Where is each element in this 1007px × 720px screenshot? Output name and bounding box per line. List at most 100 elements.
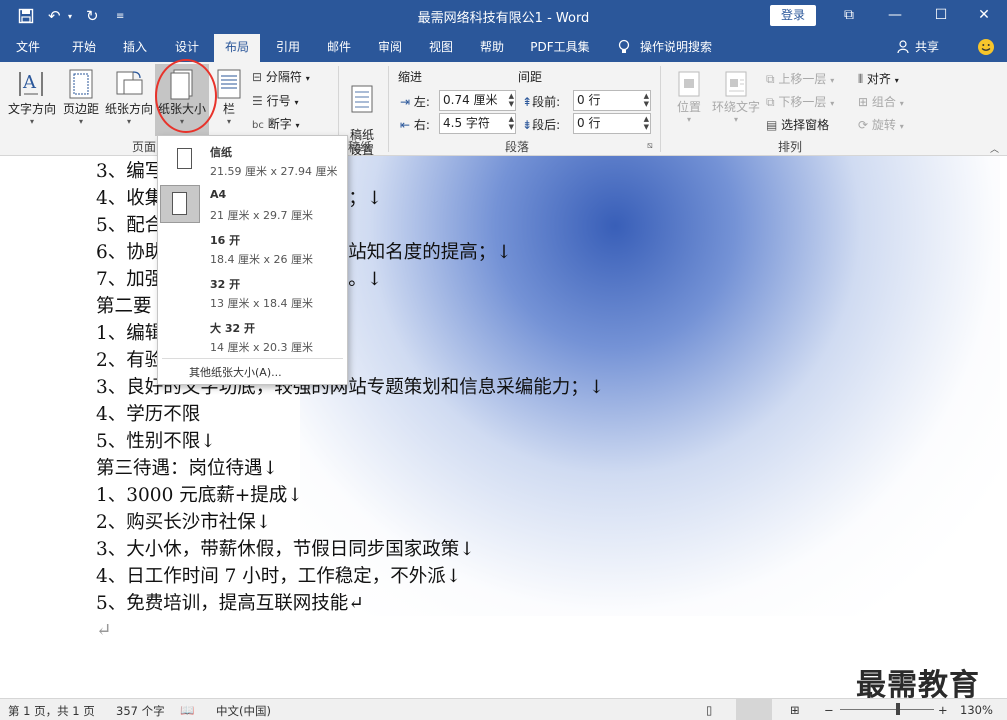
tab-home[interactable]: 开始 [58, 32, 110, 62]
more-paper-sizes[interactable]: 其他纸张大小(A)... [189, 364, 282, 380]
text-direction-button[interactable]: A 文字方向 ▾ [6, 68, 58, 126]
zoom-level[interactable]: 130% [960, 703, 993, 717]
align-button[interactable]: ⫴ 对齐 ▾ [858, 70, 899, 87]
login-button[interactable]: 登录 [770, 5, 816, 26]
spacing-before-label: ⇞段前: [522, 95, 561, 109]
indent-left-icon: ⇥ [400, 95, 411, 109]
minimize-button[interactable]: — [872, 0, 918, 32]
doc-line: 第二要 [96, 296, 152, 317]
doc-line: 5、免费培训，提高互联网技能↵ [96, 593, 364, 614]
share-button[interactable]: 共享 [912, 32, 942, 62]
paper-option-32k[interactable]: 32 开 13 厘米 x 18.4 厘米 [158, 270, 347, 314]
paper-option-name: 32 开 [210, 278, 241, 291]
group-divider [388, 66, 389, 152]
spacing-before-icon: ⇞ [522, 95, 533, 109]
hyphenation-button[interactable]: bc 断字 ▾ [252, 115, 300, 132]
paragraph-group-label: 段落 [505, 140, 530, 154]
document-area[interactable]: 3、编写关产品资料；↓ 4、收集读者的意见和反馈信息；↓ 5、配合活动，并参与执… [0, 156, 1007, 698]
align-icon: ⫴ [858, 72, 864, 86]
spinner-icon[interactable]: ▲ ▼ [644, 115, 649, 131]
indent-left-field[interactable]: 0.74 厘米 ▲ ▼ [439, 90, 516, 111]
chevron-down-icon: ▾ [78, 117, 83, 126]
proofing-icon[interactable]: 📖 [180, 703, 194, 717]
tab-design[interactable]: 设计 [162, 32, 212, 62]
tell-me-search[interactable]: 操作说明搜索 [640, 32, 720, 62]
paper-option-dims: 18.4 厘米 x 26 厘米 [210, 253, 313, 266]
spacing-before-field[interactable]: 0 行 ▲ ▼ [573, 90, 651, 111]
spinner-icon[interactable]: ▲ ▼ [644, 92, 649, 108]
group-button[interactable]: ⊞ 组合 ▾ [858, 93, 904, 110]
tab-pdf-tools[interactable]: PDF工具集 [522, 32, 598, 62]
text-direction-label: 文字方向 [7, 102, 56, 116]
spacing-after-label: ⇟段后: [522, 118, 561, 132]
text-direction-icon: A [19, 72, 43, 96]
columns-button[interactable]: 栏 ▾ [214, 68, 244, 126]
ribbon-tabs: 文件 开始 插入 设计 布局 引用 邮件 审阅 视图 帮助 PDF工具集 操作说… [0, 32, 1007, 62]
maximize-button[interactable]: ☐ [918, 0, 964, 32]
paper-option-name: 信纸 [210, 146, 232, 159]
rotate-button[interactable]: ⟳ 旋转 ▾ [858, 116, 904, 133]
tab-mailings[interactable]: 邮件 [316, 32, 362, 62]
lightbulb-icon[interactable] [614, 32, 634, 62]
close-button[interactable]: ✕ [961, 0, 1007, 32]
manuscript-group-label: 稿纸 [348, 140, 373, 154]
person-icon [896, 32, 910, 62]
breaks-button[interactable]: ⊟ 分隔符 ▾ [252, 68, 310, 85]
paper-option-16k[interactable]: 16 开 18.4 厘米 x 26 厘米 [158, 226, 347, 270]
bring-forward-icon: ⧉ [766, 72, 775, 86]
selection-pane-button[interactable]: ▤ 选择窗格 [766, 116, 829, 133]
zoom-slider[interactable] [840, 709, 934, 710]
paper-option-a4[interactable]: A4 21 厘米 x 29.7 厘米 [158, 182, 347, 226]
title-bar: ↶ ▾ ↻ ≡ 最需网络科技有限公1 - Word 登录 ⧉ — ☐ ✕ [0, 0, 1007, 32]
zoom-slider-thumb[interactable] [896, 703, 901, 715]
spinner-icon[interactable]: ▲ ▼ [509, 92, 514, 108]
tab-layout[interactable]: 布局 [214, 32, 260, 62]
dialog-launcher-icon[interactable]: ⧅ [647, 141, 653, 151]
tab-view[interactable]: 视图 [418, 32, 464, 62]
doc-line: 3、大小休，带薪休假，节假日同步国家政策↓ [96, 539, 475, 560]
word-count[interactable]: 357 个字 [116, 703, 165, 719]
chevron-down-icon: ▾ [126, 117, 131, 126]
tab-references[interactable]: 引用 [265, 32, 311, 62]
indent-right-icon: ⇤ [400, 118, 411, 132]
page-count[interactable]: 第 1 页，共 1 页 [8, 703, 95, 719]
hyphenation-label: 断字 [267, 117, 292, 131]
orientation-button[interactable]: 纸张方向 ▾ [104, 68, 154, 126]
line-numbers-button[interactable]: ☰ 行号 ▾ [252, 92, 298, 109]
group-icon: ⊞ [858, 95, 869, 109]
spacing-after-field[interactable]: 0 行 ▲ ▼ [573, 113, 651, 134]
ribbon-display-options-icon[interactable]: ⧉ [826, 0, 872, 32]
tab-insert[interactable]: 插入 [110, 32, 160, 62]
smiley-icon[interactable] [974, 32, 998, 62]
language-status[interactable]: 中文(中国) [216, 703, 271, 719]
spinner-icon[interactable]: ▲ ▼ [509, 115, 514, 131]
indent-right-field[interactable]: 4.5 字符 ▲ ▼ [439, 113, 516, 134]
position-button[interactable]: 位置 ▾ [672, 70, 706, 124]
chevron-down-icon: ▾ [29, 117, 34, 126]
paper-option-dims: 21.59 厘米 x 27.94 厘米 [210, 165, 338, 178]
doc-line: 4、学历不限 [96, 404, 201, 425]
print-layout-icon[interactable] [736, 699, 772, 720]
margins-icon [69, 69, 93, 99]
zoom-in-button[interactable]: + [938, 703, 948, 717]
paper-option-letter[interactable]: 信纸 21.59 厘米 x 27.94 厘米 [158, 138, 347, 182]
wrap-text-button[interactable]: 环绕文字 ▾ [710, 70, 762, 124]
tab-help[interactable]: 帮助 [469, 32, 515, 62]
collapse-ribbon-icon[interactable]: ︿ [990, 142, 999, 155]
bring-forward-button[interactable]: ⧉ 上移一层 ▾ [766, 70, 834, 87]
paper-size-menu: 信纸 21.59 厘米 x 27.94 厘米 A4 21 厘米 x 29.7 厘… [157, 135, 348, 385]
chevron-down-icon: ▾ [733, 115, 738, 124]
group-divider [660, 66, 661, 152]
paper-option-big-32k[interactable]: 大 32 开 14 厘米 x 20.3 厘米 [158, 314, 347, 358]
paper-option-name: A4 [210, 188, 227, 201]
margins-button[interactable]: 页边距 ▾ [60, 68, 102, 126]
send-backward-button[interactable]: ⧉ 下移一层 ▾ [766, 93, 834, 110]
zoom-out-button[interactable]: − [824, 703, 834, 717]
web-layout-icon[interactable]: ⊞ [790, 703, 800, 717]
arrange-group-label: 排列 [778, 140, 803, 154]
svg-text:A: A [22, 72, 37, 93]
tab-file[interactable]: 文件 [4, 32, 52, 62]
doc-line: 第三待遇：岗位待遇↓ [96, 458, 279, 479]
tab-review[interactable]: 审阅 [367, 32, 413, 62]
read-mode-icon[interactable]: ▯ [706, 703, 712, 717]
